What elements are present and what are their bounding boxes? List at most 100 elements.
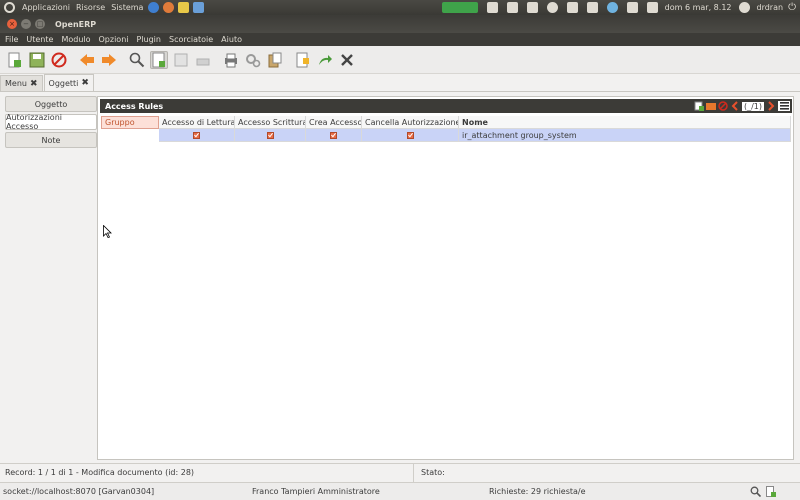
pager: (_/1)	[741, 101, 764, 111]
transfer-icon[interactable]	[526, 2, 538, 13]
list-view-icon[interactable]	[172, 51, 190, 69]
firefox-icon[interactable]	[163, 2, 175, 13]
search-icon[interactable]	[128, 51, 146, 69]
notification-icon[interactable]	[486, 2, 498, 13]
bottom-bar: socket://localhost:8070 [Garvan0304] Fra…	[0, 482, 800, 500]
arrow-right-icon[interactable]	[100, 51, 118, 69]
menu-aiuto[interactable]: Aiuto	[216, 35, 245, 44]
graph-view-icon[interactable]	[194, 51, 212, 69]
cell-gruppo[interactable]	[101, 129, 159, 142]
menu-opzioni[interactable]: Opzioni	[94, 35, 132, 44]
requests-info: Richieste: 29 richiesta/e	[489, 487, 586, 496]
status-bar: Record: 1 / 1 di 1 - Modifica documento …	[0, 463, 800, 482]
weather-icon[interactable]	[606, 2, 618, 13]
folder-icon[interactable]	[705, 101, 716, 111]
new-record-icon[interactable]	[694, 101, 704, 111]
delete-record-icon[interactable]	[718, 101, 728, 111]
panel-menu-sistema[interactable]: Sistema	[108, 3, 146, 12]
col-crea-accesso[interactable]: Crea Accesso	[306, 116, 362, 129]
col-accesso-scrittura[interactable]: Accesso Scrittura	[235, 116, 306, 129]
menu-modulo[interactable]: Modulo	[56, 35, 93, 44]
close-icon[interactable]	[338, 51, 356, 69]
tab-oggetti[interactable]: Oggetti ✖	[43, 74, 94, 91]
arrow-left-icon[interactable]	[78, 51, 96, 69]
panel-menu-risorse[interactable]: Risorse	[73, 3, 108, 12]
panel-menu-applicazioni[interactable]: Applicazioni	[19, 3, 73, 12]
main-content: Oggetto Autorizzazioni Accesso Note Acce…	[0, 91, 800, 463]
search-requests-icon[interactable]	[749, 486, 761, 498]
ubuntu-logo-icon[interactable]	[4, 2, 15, 13]
section-tools: (_/1)	[682, 99, 792, 113]
window-title: OpenERP	[55, 19, 97, 29]
nav-oggetto[interactable]: Oggetto	[5, 96, 97, 112]
checkbox-checked-icon[interactable]	[406, 131, 414, 139]
tab-menu[interactable]: Menu ✖	[0, 75, 43, 91]
window-minimize-icon[interactable]: −	[21, 19, 31, 29]
table-row[interactable]: ir_attachment group_system	[101, 129, 791, 142]
window-close-icon[interactable]: ×	[7, 19, 17, 29]
record-status: Record: 1 / 1 di 1 - Modifica documento …	[0, 463, 414, 482]
col-cancella-autorizzazione[interactable]: Cancella Autorizzazione	[362, 116, 459, 129]
gears-icon[interactable]	[244, 51, 262, 69]
previous-record-icon[interactable]	[730, 101, 740, 111]
left-nav: Oggetto Autorizzazioni Accesso Note	[5, 96, 97, 150]
cell-accesso-scrittura[interactable]	[235, 129, 306, 142]
toolbar	[0, 46, 800, 74]
nav-autorizzazioni-accesso[interactable]: Autorizzazioni Accesso	[5, 113, 97, 131]
system-monitor-icon[interactable]	[441, 2, 478, 13]
redo-arrow-icon[interactable]	[316, 51, 334, 69]
tab-close-icon[interactable]: ✖	[81, 78, 89, 88]
print-icon[interactable]	[222, 51, 240, 69]
menu-utente[interactable]: Utente	[21, 35, 56, 44]
menubar: File Utente Modulo Opzioni Plugin Scorci…	[0, 33, 800, 46]
col-gruppo[interactable]: Gruppo	[101, 116, 159, 129]
new-document-icon[interactable]	[6, 51, 24, 69]
user-info: Franco Tampieri Amministratore	[252, 487, 380, 496]
tab-menu-label: Menu	[5, 79, 27, 88]
menu-plugin[interactable]: Plugin	[131, 35, 164, 44]
cell-crea-accesso[interactable]	[306, 129, 362, 142]
power-icon[interactable]: ⏻	[788, 2, 796, 13]
delete-icon[interactable]	[50, 51, 68, 69]
panel-clock[interactable]: dom 6 mar, 8.12	[665, 3, 732, 12]
lock-icon[interactable]	[178, 2, 190, 13]
next-record-icon[interactable]	[766, 101, 776, 111]
cloud-icon[interactable]	[546, 2, 558, 13]
mail-icon[interactable]	[646, 2, 658, 13]
cell-nome[interactable]: ir_attachment group_system	[459, 129, 791, 142]
panel-user[interactable]: drdran	[757, 3, 784, 12]
switch-view-icon[interactable]	[778, 101, 790, 111]
new-request-icon[interactable]	[765, 485, 777, 498]
col-nome[interactable]: Nome	[459, 116, 791, 129]
stato-label: Stato:	[421, 468, 445, 477]
top-panel: Applicazioni Risorse Sistema dom 6 mar, …	[0, 0, 800, 15]
battery-icon[interactable]	[586, 2, 598, 13]
tab-oggetti-label: Oggetti	[48, 78, 79, 88]
checkbox-checked-icon[interactable]	[266, 131, 274, 139]
cell-accesso-lettura[interactable]	[159, 129, 235, 142]
tab-bar: Menu ✖ Oggetti ✖	[0, 74, 800, 91]
nav-note[interactable]: Note	[5, 132, 97, 148]
notes-icon[interactable]	[294, 51, 312, 69]
tab-close-icon[interactable]: ✖	[30, 79, 38, 89]
menu-file[interactable]: File	[0, 35, 21, 44]
col-accesso-lettura[interactable]: Accesso di Lettura	[159, 116, 235, 129]
window-titlebar: × − □ OpenERP	[0, 15, 800, 33]
save-icon[interactable]	[28, 51, 46, 69]
volume-icon[interactable]	[626, 2, 638, 13]
cell-cancella-autorizzazione[interactable]	[362, 129, 459, 142]
attachment-icon[interactable]	[266, 51, 284, 69]
access-rules-panel: Access Rules (_/1) Gruppo Accesso di Let…	[97, 96, 794, 460]
keyboard-icon[interactable]	[506, 2, 518, 13]
browser-icon[interactable]	[148, 2, 160, 13]
edit-icon[interactable]	[566, 2, 578, 13]
form-view-icon[interactable]	[150, 50, 168, 69]
mouse-cursor-icon	[103, 224, 112, 240]
network-icon[interactable]	[193, 2, 205, 13]
grid-header: Gruppo Accesso di Lettura Accesso Scritt…	[101, 116, 791, 129]
window-maximize-icon[interactable]: □	[35, 19, 45, 29]
checkbox-checked-icon[interactable]	[193, 131, 200, 139]
user-status-icon[interactable]	[738, 2, 750, 13]
menu-scorciatoie[interactable]: Scorciatoie	[164, 35, 216, 44]
checkbox-checked-icon[interactable]	[330, 131, 337, 139]
